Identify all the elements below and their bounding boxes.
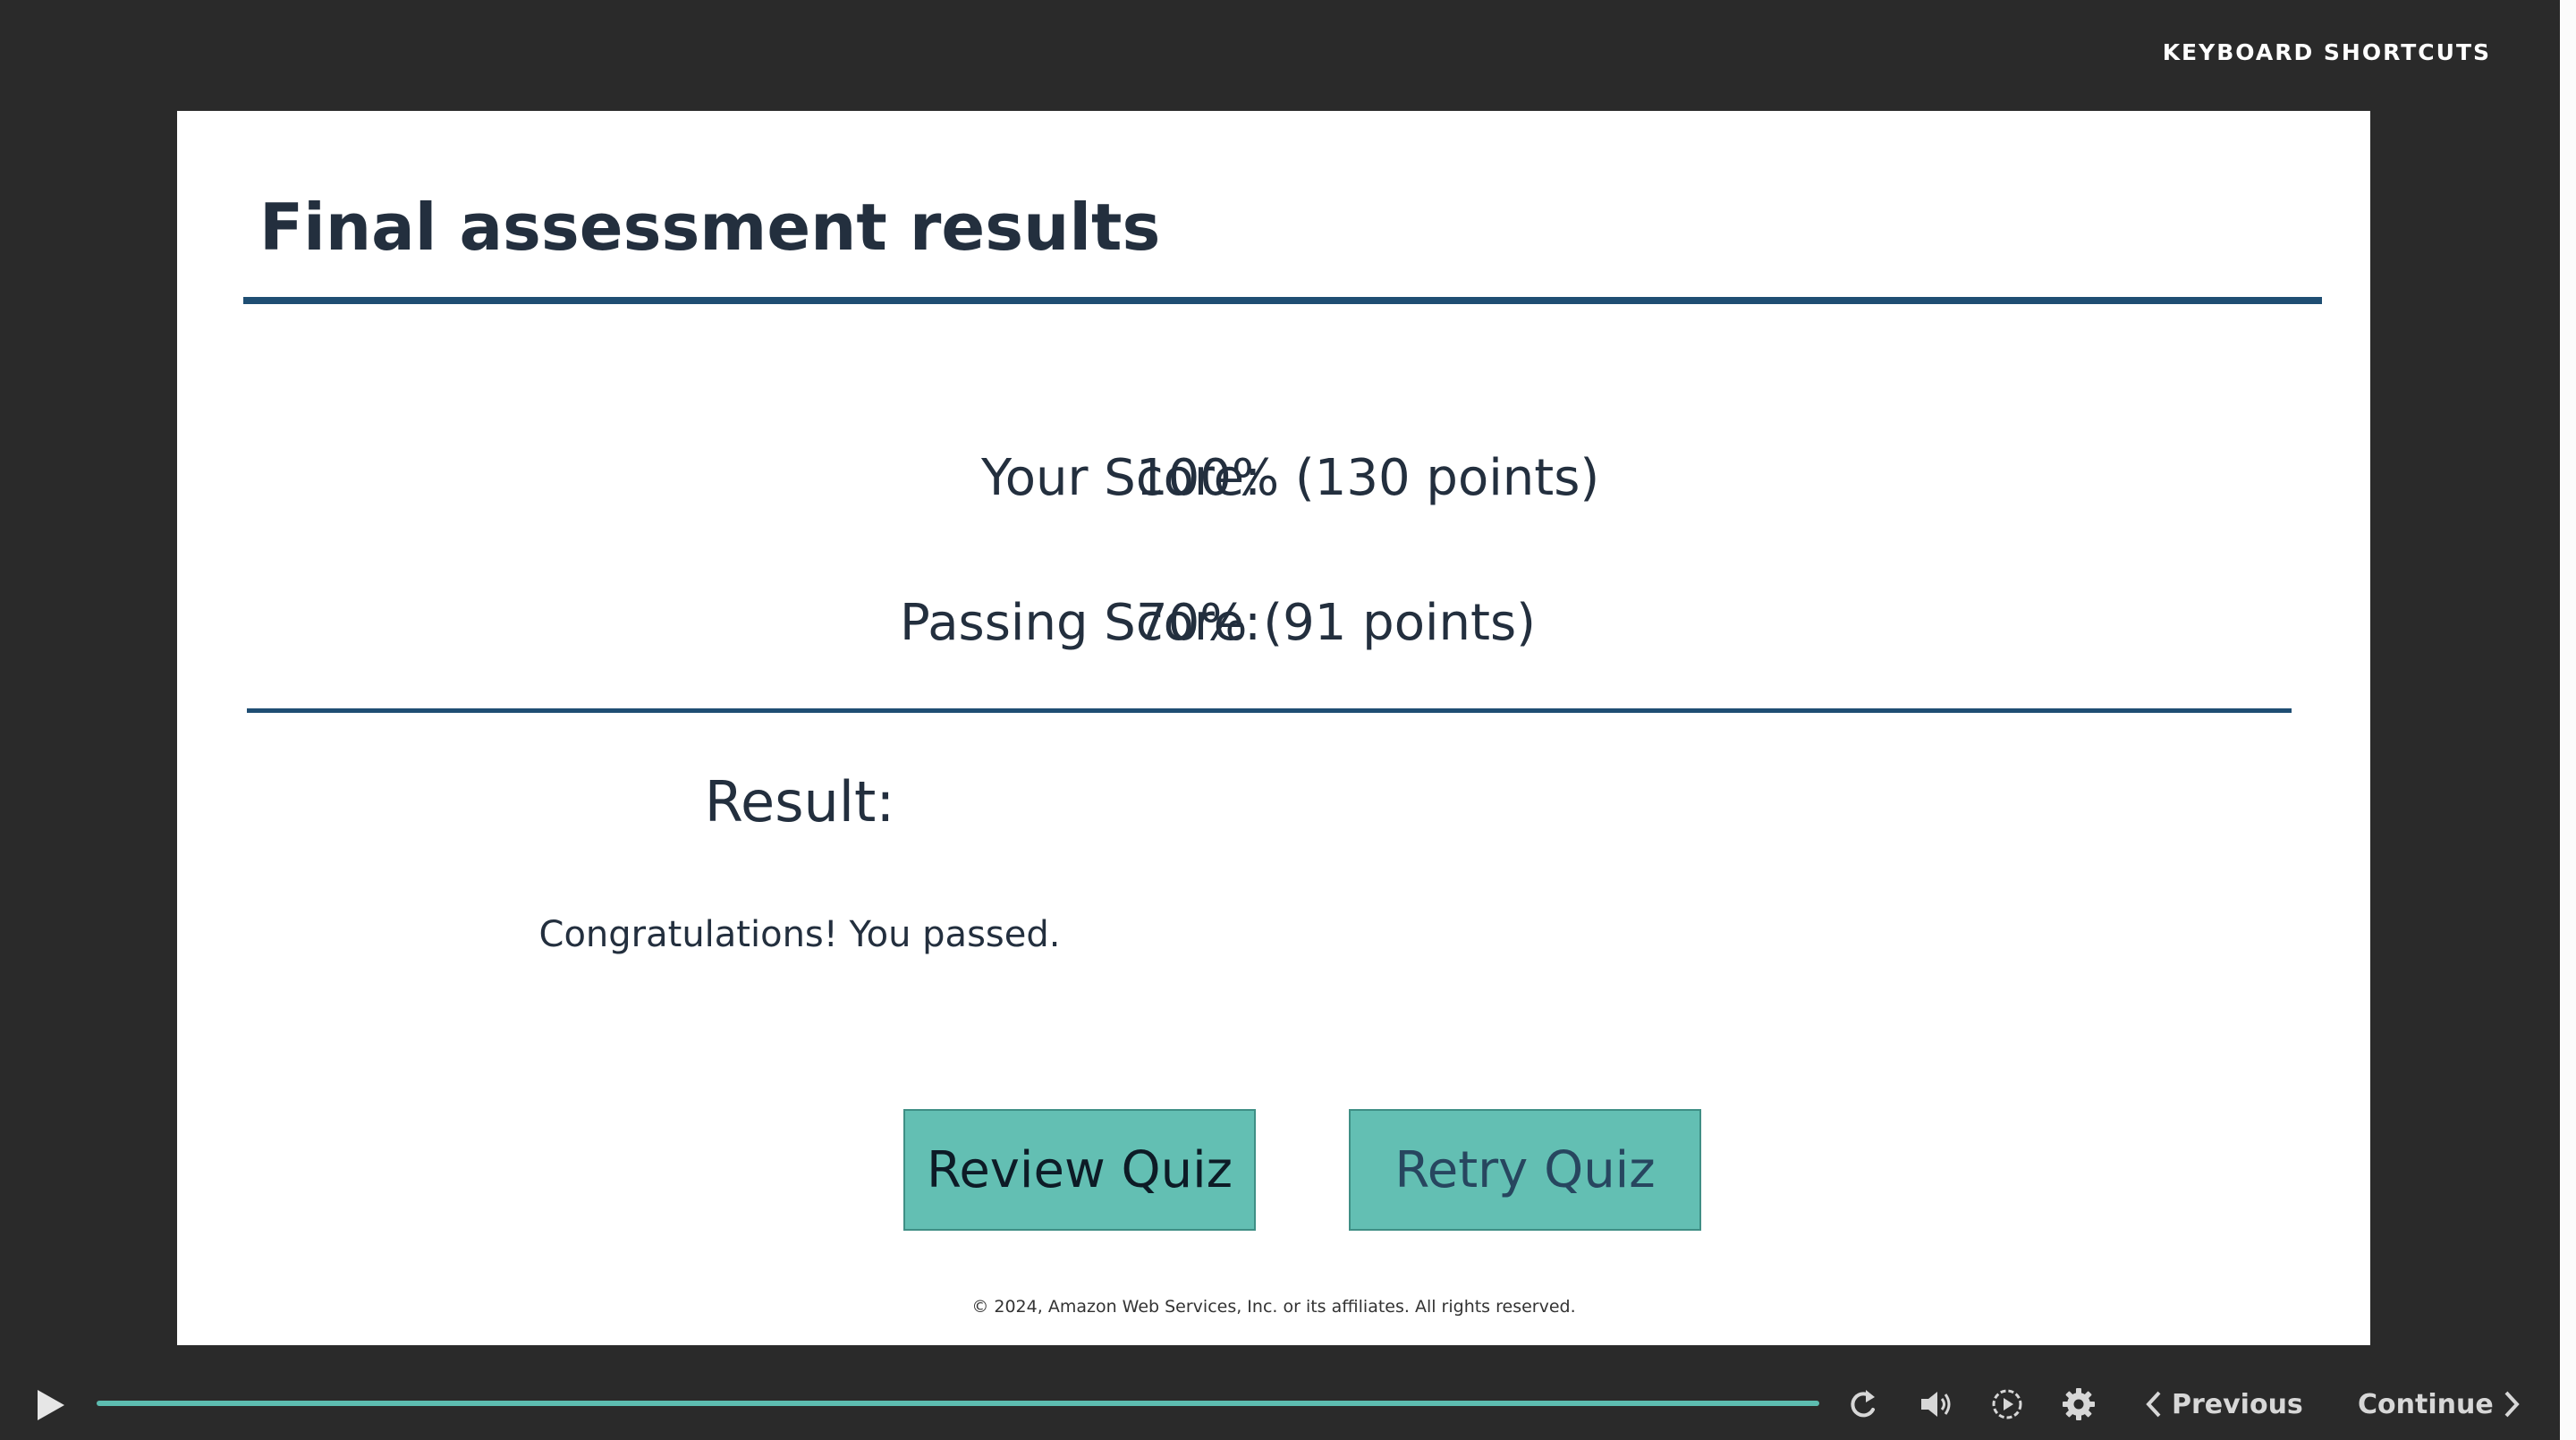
review-quiz-button[interactable]: Review Quiz — [903, 1109, 1256, 1231]
result-message: Congratulations! You passed. — [538, 914, 1061, 955]
result-label: Result: — [704, 769, 895, 834]
passing-score-value: 70% (91 points) — [1136, 594, 1537, 652]
replay-icon[interactable] — [1844, 1386, 1880, 1422]
chevron-right-icon — [2504, 1391, 2520, 1418]
chevron-left-icon — [2146, 1391, 2161, 1418]
play-icon[interactable] — [32, 1387, 68, 1423]
continue-label: Continue — [2358, 1388, 2494, 1420]
title-divider — [243, 297, 2322, 304]
previous-button[interactable]: Previous — [2145, 1388, 2303, 1420]
progress-bar[interactable] — [97, 1401, 1819, 1406]
volume-icon[interactable] — [1918, 1386, 1953, 1422]
scrollbar[interactable] — [2560, 0, 2576, 1440]
score-divider — [247, 708, 2292, 713]
passing-score-row: Passing Score: 70% (91 points) — [177, 594, 2370, 665]
playback-speed-icon[interactable] — [1989, 1386, 2025, 1422]
slide: Final assessment results Your Score: 100… — [177, 111, 2370, 1345]
your-score-value: 100% (130 points) — [1136, 449, 1600, 507]
continue-button[interactable]: Continue — [2358, 1388, 2521, 1420]
previous-label: Previous — [2172, 1388, 2303, 1420]
copyright-notice: © 2024, Amazon Web Services, Inc. or its… — [971, 1297, 1576, 1317]
page-title: Final assessment results — [259, 190, 1161, 265]
progress-fill — [97, 1401, 1819, 1406]
settings-gear-icon[interactable] — [2061, 1386, 2097, 1422]
retry-quiz-button[interactable]: Retry Quiz — [1349, 1109, 1701, 1231]
keyboard-shortcuts-link[interactable]: KEYBOARD SHORTCUTS — [2163, 39, 2491, 65]
your-score-row: Your Score: 100% (130 points) — [177, 449, 2370, 521]
